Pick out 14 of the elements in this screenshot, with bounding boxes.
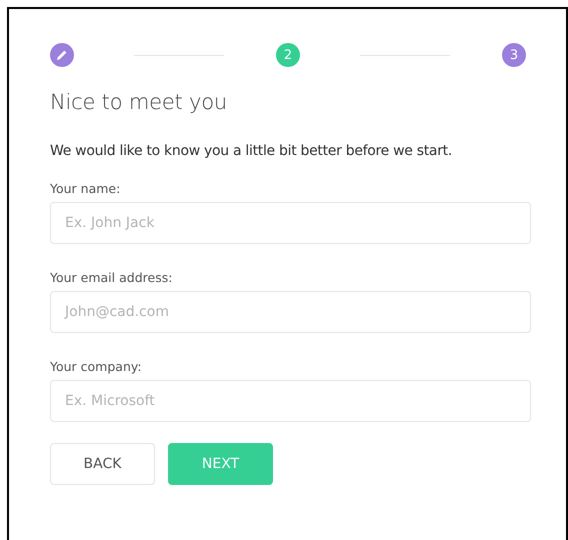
- field-label: Your company:: [50, 359, 143, 375]
- back-button[interactable]: BACK: [50, 443, 155, 485]
- field-label: Your name:: [50, 181, 122, 197]
- step-indicator[interactable]: 3: [502, 43, 526, 67]
- input-field[interactable]: Ex. John Jack: [50, 202, 531, 244]
- field-label: Your email address:: [50, 270, 174, 286]
- page-heading: Nice to meet you: [50, 89, 228, 116]
- step-indicator[interactable]: 2: [276, 43, 300, 67]
- step-indicator[interactable]: [50, 43, 74, 67]
- pencil-icon: [56, 49, 68, 61]
- next-button[interactable]: NEXT: [168, 443, 273, 485]
- intro-text: We would like to know you a little bit better before we start.: [50, 142, 454, 161]
- input-field[interactable]: Ex. Microsoft: [50, 380, 531, 422]
- input-field[interactable]: John@cad.com: [50, 291, 531, 333]
